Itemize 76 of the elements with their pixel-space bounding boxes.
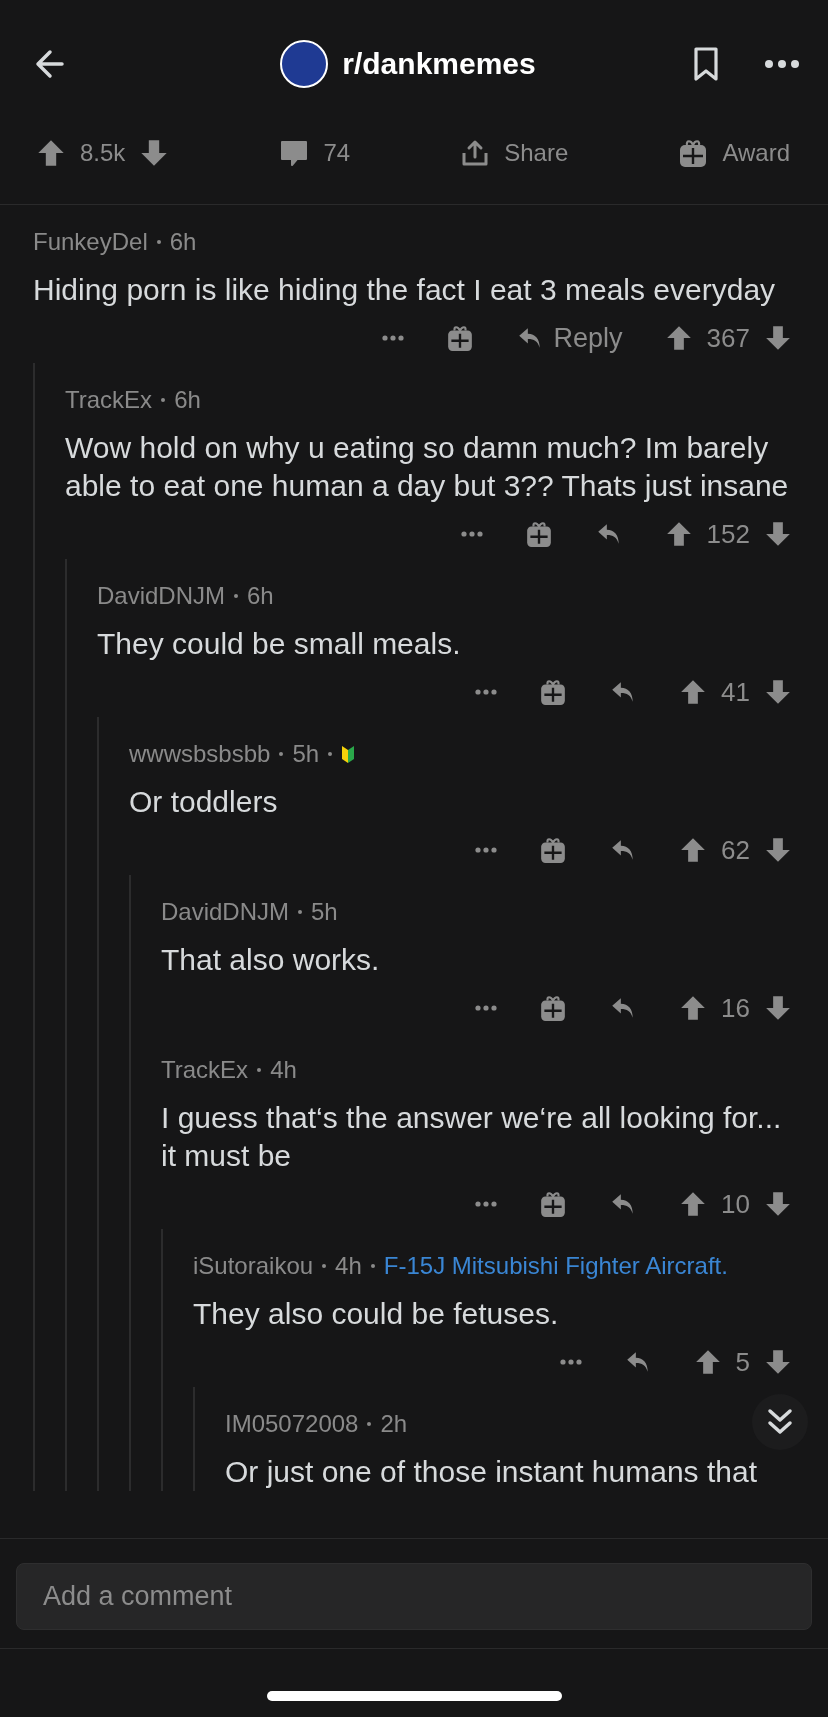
comment-author[interactable]: TrackEx [161, 1056, 249, 1084]
gift-icon[interactable] [539, 678, 568, 706]
comment-text: That also works. [161, 942, 381, 978]
vote-count: 5 [735, 1346, 750, 1378]
more-options-icon[interactable] [475, 1201, 498, 1207]
downvote-icon[interactable] [764, 1348, 792, 1376]
comment-author[interactable]: TrackEx [65, 386, 153, 414]
upvote-icon[interactable] [36, 138, 66, 168]
vote-count: 62 [721, 834, 750, 866]
comment-text: Hiding porn is like hiding the fact I eat 3 meals everyday [33, 272, 777, 308]
separator-dot [322, 1264, 327, 1268]
vote-count: 16 [721, 992, 750, 1024]
downvote-icon[interactable] [764, 1190, 792, 1218]
comment-age: 2h [380, 1410, 408, 1438]
separator-dot [279, 752, 284, 756]
more-options-icon[interactable] [559, 1359, 582, 1365]
gift-icon[interactable] [678, 138, 709, 168]
more-options-icon[interactable] [460, 531, 483, 537]
vote-count: 41 [721, 676, 750, 708]
comment-age: 4h [335, 1252, 362, 1280]
vote-count: 152 [706, 518, 750, 550]
comment-author[interactable]: wwwsbsbsbb [129, 740, 271, 768]
more-options-icon[interactable] [475, 689, 498, 695]
comment-author[interactable]: DavidDNJM [161, 898, 289, 926]
award-label[interactable]: Award [722, 139, 790, 167]
vote-count: 367 [706, 322, 750, 354]
gift-icon[interactable] [539, 1190, 568, 1218]
comment-age: 6h [174, 386, 201, 414]
vote-count: 10 [721, 1188, 750, 1220]
comment-input-field[interactable]: Add a comment [16, 1563, 812, 1630]
downvote-icon[interactable] [764, 678, 792, 706]
separator-dot [156, 240, 161, 244]
comment-age: 4h [270, 1056, 297, 1084]
separator-dot [257, 1068, 262, 1072]
gift-icon[interactable] [445, 324, 474, 352]
comment-author[interactable]: IM05072008 [225, 1410, 359, 1438]
share-icon[interactable] [460, 138, 491, 168]
vote-count: 8.5k [80, 139, 126, 167]
comment-author[interactable]: iSutoraikou [193, 1252, 314, 1280]
comment-age: 5h [311, 898, 338, 926]
downvote-icon[interactable] [764, 324, 792, 352]
comment-text: I guess that‘s the answer we‘re all looking for... it must be [161, 1100, 783, 1174]
more-options-icon[interactable] [475, 847, 498, 853]
more-options-icon[interactable] [381, 335, 404, 341]
comment-count: 74 [323, 139, 351, 167]
more-options-icon[interactable] [475, 1005, 498, 1011]
subreddit-name[interactable]: r/dankmemes [342, 47, 536, 81]
separator-dot [370, 1264, 375, 1268]
double-chevron-icon [766, 1407, 794, 1437]
comment-icon[interactable] [279, 138, 310, 168]
separator-dot [234, 594, 238, 598]
comment-text: Or just one of those instant humans that [225, 1454, 758, 1490]
gift-icon[interactable] [524, 520, 553, 548]
comment-text: They could be small meals. [97, 626, 462, 662]
subreddit-avatar[interactable] [280, 40, 329, 88]
comment-age: 6h [169, 228, 197, 256]
separator-dot [328, 752, 333, 756]
downvote-icon[interactable] [764, 994, 792, 1022]
comment-text: Wow hold on why u eating so damn much? Im barely able to eat one human a day but 3?? Thats just insane [65, 430, 790, 504]
gift-icon[interactable] [539, 994, 568, 1022]
separator-dot [161, 398, 166, 402]
comment-age: 6h [247, 582, 274, 610]
comment-text: Or toddlers [129, 784, 279, 820]
downvote-icon[interactable] [764, 836, 792, 864]
comment-age: 5h [292, 740, 320, 768]
comment-author[interactable]: DavidDNJM [97, 582, 225, 610]
downvote-icon[interactable] [764, 520, 792, 548]
user-flair: F-15J Mitsubishi Fighter Aircraft. [383, 1252, 728, 1280]
reply-button[interactable]: Reply [515, 322, 623, 354]
comment-author[interactable]: FunkeyDel [33, 228, 148, 256]
more-options-icon[interactable] [764, 59, 800, 69]
comment-text: They also could be fetuses. [193, 1296, 560, 1332]
share-label[interactable]: Share [504, 139, 569, 167]
separator-dot [298, 910, 302, 914]
gift-icon[interactable] [539, 836, 568, 864]
separator-dot [367, 1422, 372, 1426]
